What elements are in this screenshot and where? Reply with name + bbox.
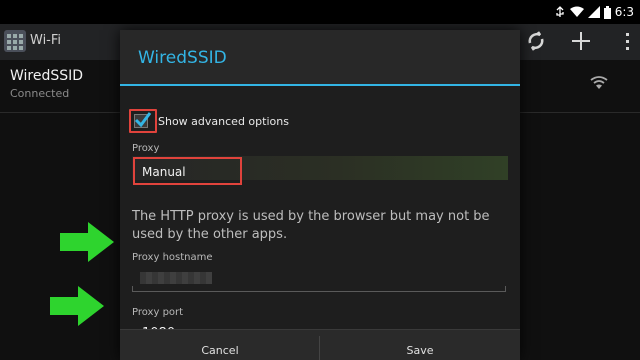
- proxy-hostname-underline: [132, 291, 506, 292]
- cancel-button[interactable]: Cancel: [120, 330, 320, 360]
- arrow-right-icon: [60, 222, 114, 262]
- action-bar-title: Wi-Fi: [30, 33, 62, 48]
- network-name: WiredSSID: [10, 68, 84, 84]
- wifi-icon: [569, 6, 584, 17]
- dialog-body: Show advanced options Proxy Manual The H…: [120, 86, 520, 341]
- proxy-port-label: Proxy port: [132, 307, 184, 318]
- save-button[interactable]: Save: [320, 330, 520, 360]
- dialog-title: WiredSSID: [138, 48, 227, 68]
- wifi-signal-icon: [590, 76, 608, 89]
- status-bar: 6:3: [0, 0, 640, 24]
- input-tick: [132, 286, 133, 291]
- network-dialog: WiredSSID Show advanced options Proxy Ma…: [120, 30, 520, 360]
- overflow-menu-icon[interactable]: [624, 30, 638, 52]
- refresh-icon[interactable]: [524, 29, 548, 53]
- add-icon[interactable]: [570, 30, 592, 52]
- dialog-footer: Cancel Save: [120, 329, 520, 360]
- signal-icon: [587, 6, 600, 18]
- proxy-hostname-label: Proxy hostname: [132, 252, 213, 263]
- status-time: 6:3: [614, 5, 634, 19]
- wifi-settings-app-icon[interactable]: [4, 30, 26, 52]
- battery-icon: [603, 5, 611, 19]
- proxy-spinner-value[interactable]: Manual: [142, 165, 186, 179]
- network-status: Connected: [10, 87, 70, 100]
- status-icons: 6:3: [554, 5, 634, 19]
- proxy-hostname-input-blurred[interactable]: [140, 272, 212, 284]
- show-advanced-label[interactable]: Show advanced options: [158, 115, 289, 128]
- usb-icon: [556, 6, 564, 17]
- proxy-info-text: The HTTP proxy is used by the browser bu…: [132, 209, 490, 242]
- checkbox-highlight-box: [129, 109, 157, 133]
- arrow-right-icon: [50, 286, 104, 326]
- proxy-label: Proxy: [132, 143, 160, 154]
- input-tick: [505, 286, 506, 291]
